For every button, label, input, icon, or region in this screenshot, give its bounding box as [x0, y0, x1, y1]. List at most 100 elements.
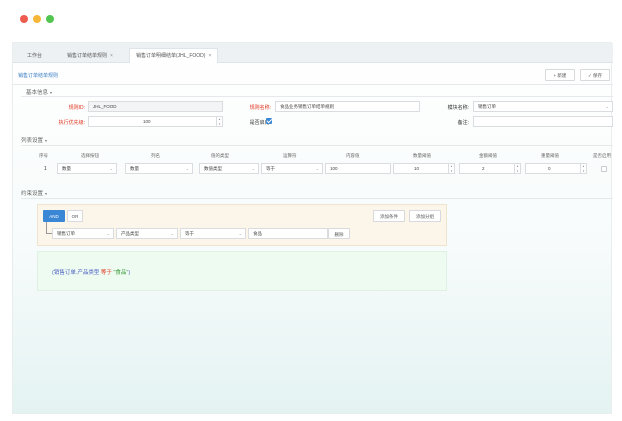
divider	[21, 96, 613, 97]
enabled-label: 是否启用:	[249, 120, 271, 126]
section-title: 约束设置	[21, 191, 44, 197]
priority-stepper[interactable]: 100 ▴ ▾	[88, 116, 223, 127]
constraint-section-toggle[interactable]: 约束设置 ▾	[21, 189, 47, 197]
condition-field-select[interactable]: 销售订单 ⌄	[52, 228, 114, 239]
divider	[21, 198, 613, 199]
stepper-arrows-icon[interactable]: ▴ ▾	[448, 164, 454, 173]
stepper-arrows-icon[interactable]: ▴ ▾	[580, 164, 586, 173]
column-header: 值的类型	[211, 153, 229, 158]
save-button[interactable]: ✓ 保存	[580, 69, 610, 81]
module-label: 模块名称:	[447, 105, 469, 111]
content-input[interactable]: 100	[325, 163, 391, 174]
select-value: 等于	[266, 166, 275, 171]
basic-info-section-toggle[interactable]: 基本信息 ▾	[26, 88, 52, 96]
tab-close-rule[interactable]: 销售订单结单规则 ×	[61, 49, 119, 63]
table-row: 1 数量 ⌄ 数量 ⌄ 数值类型 ⌄ 等于 ⌄ 100 10 ▴ ▾ 2 ▴ ▾…	[21, 163, 613, 177]
tab-order-detail-close[interactable]: 销售订单明细结单(JHL_FOOD) ×	[129, 48, 219, 63]
rule-name-input[interactable]: 食品业务销售订单结单规则	[275, 101, 420, 112]
select-value: 产品类型	[121, 231, 139, 236]
qty-threshold-stepper[interactable]: 10 ▴ ▾	[393, 163, 455, 174]
weight-threshold-stepper[interactable]: 0 ▴ ▾	[525, 163, 587, 174]
app-frame: 工作台 销售订单结单规则 × 销售订单明细结单(JHL_FOOD) × 销售订单结单…	[12, 42, 613, 415]
table-header: 序号 选择按钮 列名 值的类型 运算符 内容值 数量阈值 金额阈值 重量阈值 是…	[21, 153, 613, 161]
column-header: 运算符	[283, 153, 297, 158]
chevron-down-icon: ⌄	[238, 231, 242, 236]
select-value: 销售订单	[57, 231, 75, 236]
or-toggle-button[interactable]: OR	[67, 210, 83, 222]
column-header: 重量阈值	[541, 153, 559, 158]
column-header: 数量阈值	[413, 153, 431, 158]
column-header: 内容值	[346, 153, 360, 158]
module-select[interactable]: 销售订单 ⌄	[473, 101, 613, 112]
toolbar: 销售订单结单规则 + 新建 ✓ 保存	[13, 63, 613, 85]
column-header: 金额阈值	[479, 153, 497, 158]
enabled-checkbox[interactable]	[266, 118, 272, 124]
tab-workbench[interactable]: 工作台	[21, 49, 48, 63]
remark-input[interactable]	[473, 116, 613, 127]
close-icon[interactable]: ×	[110, 53, 113, 59]
operator-select[interactable]: 等于 ⌄	[261, 163, 323, 174]
condition-operator-select[interactable]: 等于 ⌄	[180, 228, 246, 239]
condition-value-input[interactable]: 食品	[248, 228, 328, 239]
condition-builder: AND OR 添加条件 添加分组 销售订单 ⌄ 产品类型 ⌄ 等于 ⌄ 食品 删…	[37, 204, 447, 246]
expression-text: (销售订单.产品类型 等于 "食品")	[52, 268, 130, 276]
expression-value: "食品"	[113, 270, 129, 276]
caret-down-icon: ▾	[45, 191, 48, 196]
column-select[interactable]: 数量 ⌄	[125, 163, 193, 174]
stepper-arrows-icon[interactable]: ▴ ▾	[514, 164, 520, 173]
close-icon[interactable]: ×	[208, 53, 211, 59]
stepper-value: 10	[414, 166, 420, 171]
column-header: 是否启用	[593, 153, 611, 158]
add-group-button[interactable]: 添加分组	[409, 210, 441, 222]
caret-down-icon: ▾	[45, 138, 48, 143]
close-window-button[interactable]	[20, 15, 28, 23]
main-content: 销售订单结单规则 + 新建 ✓ 保存 基本信息 ▾ 规则ID: JHL_FOOD …	[13, 63, 613, 415]
delete-condition-button[interactable]: 删除	[328, 228, 350, 239]
divider	[21, 145, 613, 146]
chevron-down-icon: ⌄	[315, 166, 319, 171]
expression-suffix: )	[128, 270, 131, 276]
chevron-down-icon: ⌄	[109, 166, 113, 171]
column-header: 序号	[39, 153, 48, 158]
column-settings-section-toggle[interactable]: 列表设置 ▾	[21, 136, 47, 144]
app-window: 工作台 销售订单结单规则 × 销售订单明细结单(JHL_FOOD) × 销售订单结单…	[0, 0, 622, 421]
section-title: 列表设置	[21, 138, 44, 144]
chevron-down-icon: ⌄	[106, 231, 110, 236]
add-condition-button[interactable]: 添加条件	[373, 210, 405, 222]
select-value: 数值类型	[204, 166, 222, 171]
page-title: 销售订单结单规则	[18, 73, 59, 79]
tab-bar: 工作台 销售订单结单规则 × 销售订单明细结单(JHL_FOOD) ×	[13, 43, 613, 63]
chevron-down-icon: ⌄	[605, 104, 609, 109]
stepper-value: 0	[548, 166, 551, 171]
column-header: 选择按钮	[81, 153, 99, 158]
value-type-select[interactable]: 数值类型 ⌄	[199, 163, 259, 174]
chevron-down-icon: ⌄	[170, 231, 174, 236]
condition-subfield-select[interactable]: 产品类型 ⌄	[116, 228, 178, 239]
priority-label: 执行优先级:	[58, 120, 85, 126]
stepper-arrows-icon[interactable]: ▴ ▾	[216, 117, 222, 126]
and-toggle-button[interactable]: AND	[43, 210, 65, 222]
tab-label: 销售订单结单规则	[67, 53, 108, 59]
expression-operator: 等于	[100, 270, 112, 276]
rule-code-input[interactable]: JHL_FOOD	[88, 101, 223, 112]
tab-label: 工作台	[27, 53, 43, 59]
row-enabled-checkbox[interactable]	[601, 166, 607, 172]
expression-prefix: (销售订单.产品类型	[52, 270, 100, 276]
chevron-down-icon: ⌄	[251, 166, 255, 171]
tab-label: 销售订单明细结单(JHL_FOOD)	[136, 53, 206, 59]
stepper-value: 2	[482, 166, 485, 171]
maximize-window-button[interactable]	[46, 15, 54, 23]
caret-down-icon: ▾	[50, 90, 53, 95]
new-button[interactable]: + 新建	[545, 69, 575, 81]
window-controls	[20, 15, 54, 23]
select-value: 等于	[185, 231, 194, 236]
rule-code-label: 规则ID:	[68, 105, 85, 111]
chevron-down-icon: ⌄	[185, 166, 189, 171]
amount-threshold-stepper[interactable]: 2 ▴ ▾	[459, 163, 521, 174]
remark-label: 备注:	[457, 120, 469, 126]
row-seq: 1	[44, 166, 47, 172]
select-button-select[interactable]: 数量 ⌄	[57, 163, 117, 174]
rule-name-label: 规则名称:	[249, 105, 271, 111]
minimize-window-button[interactable]	[33, 15, 41, 23]
column-header: 列名	[151, 153, 160, 158]
